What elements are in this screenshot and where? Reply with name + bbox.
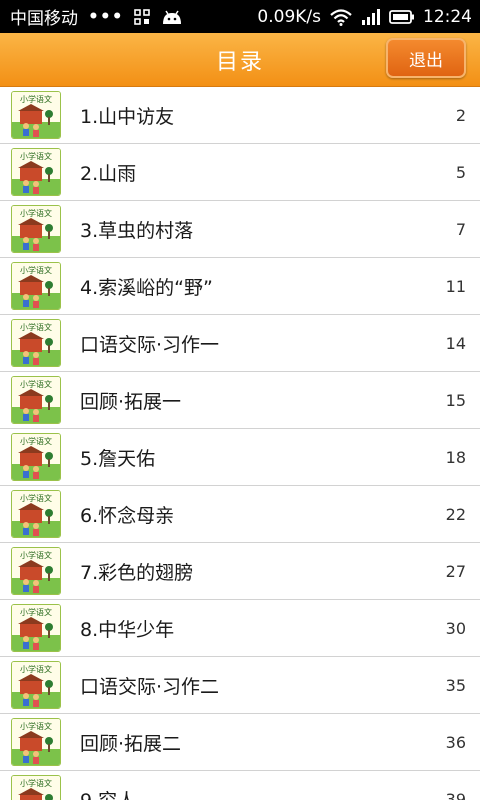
toc-item-page: 22 [445,504,466,524]
title-bar: 目录 退出 [0,33,480,87]
book-cover-thumbnail: 小学语文 [11,376,61,424]
toc-item[interactable]: 小学语文回顾·拓展一 15 [0,372,480,429]
book-cover-thumbnail: 小学语文 [11,262,61,310]
toc-item-page: 36 [445,732,466,752]
android-icon [160,8,184,26]
book-cover-thumbnail: 小学语文 [11,775,61,800]
toc-item-title: 3.草虫的村落 [80,219,194,242]
toc-item-title: 8.中华少年 [80,618,175,641]
book-cover-thumbnail: 小学语文 [11,205,61,253]
toc-item[interactable]: 小学语文 9.穷人39 [0,771,480,800]
toc-item-page: 30 [445,618,466,638]
toc-item[interactable]: 小学语文 7.彩色的翅膀 27 [0,543,480,600]
toc-item[interactable]: 小学语文 8.中华少年 30 [0,600,480,657]
toc-item-page: 2 [455,105,466,125]
cover-title: 小学语文 [20,94,52,104]
toc-item-page: 18 [445,447,466,467]
toc-item-title: 4.索溪峪的“野” [80,276,213,299]
toc-item-title: 6.怀念母亲 [80,504,175,527]
book-cover-thumbnail: 小学语文 [11,604,61,652]
toc-item[interactable]: 小学语文口语交际·习作二 35 [0,657,480,714]
toc-item-page: 35 [445,675,466,695]
cover-title: 小学语文 [20,322,52,332]
signal-icon [361,8,381,25]
cover-title: 小学语文 [20,778,52,788]
cover-title: 小学语文 [20,436,52,446]
toc-item-title: 5.詹天佑 [80,447,156,470]
toc-item-page: 15 [445,390,466,410]
toc-item-page: 14 [445,333,466,353]
toc-item-page: 27 [445,561,466,581]
page-title: 目录 [215,49,264,75]
cover-title: 小学语文 [20,208,52,218]
toc-item-page: 5 [455,162,466,182]
cover-title: 小学语文 [20,550,52,560]
carrier-label: 中国移动 [10,9,78,29]
toc-item-page: 11 [445,276,466,296]
cover-title: 小学语文 [20,607,52,617]
battery-icon [389,9,415,25]
toc-item-title: 2.山雨 [80,162,137,185]
book-cover-thumbnail: 小学语文 [11,433,61,481]
book-cover-thumbnail: 小学语文 [11,148,61,196]
toc-item-title: 回顾·拓展二 [80,732,182,755]
book-cover-thumbnail: 小学语文 [11,661,61,709]
toc-item[interactable]: 小学语文 3.草虫的村落 7 [0,201,480,258]
status-bar: 中国移动 ••• 0.09K/s 12:24 [0,0,480,33]
wifi-icon [329,8,353,26]
cover-title: 小学语文 [20,151,52,161]
book-cover-thumbnail: 小学语文 [11,91,61,139]
exit-button[interactable]: 退出 [386,38,466,78]
book-cover-thumbnail: 小学语文 [11,490,61,538]
toc-item-title: 口语交际·习作一 [80,333,220,356]
book-cover-thumbnail: 小学语文 [11,547,61,595]
toc-item-title: 口语交际·习作二 [80,675,220,698]
toc-item-page: 7 [455,219,466,239]
cover-title: 小学语文 [20,493,52,503]
toc-item[interactable]: 小学语文 1.山中访友 2 [0,87,480,144]
toc-item-title: 9.穷人 [80,786,446,800]
toc-item-page: 39 [445,789,466,800]
toc-item-title: 7.彩色的翅膀 [80,561,194,584]
toc-item[interactable]: 小学语文口语交际·习作一 14 [0,315,480,372]
cover-title: 小学语文 [20,664,52,674]
clock: 12:24 [423,6,472,27]
cover-title: 小学语文 [20,265,52,275]
book-cover-thumbnail: 小学语文 [11,319,61,367]
toc-item[interactable]: 小学语文 6.怀念母亲 22 [0,486,480,543]
toc-item[interactable]: 小学语文 4.索溪峪的“野” 11 [0,258,480,315]
toc-list[interactable]: 小学语文 1.山中访友 2 小学语文 2.山雨 5 小学语文 3.草虫的村落 7 小学语文 4.索溪… [0,87,480,800]
cover-title: 小学语文 [20,721,52,731]
toc-item[interactable]: 小学语文 5.詹天佑 18 [0,429,480,486]
more-dots-icon: ••• [88,6,124,27]
cover-title: 小学语文 [20,379,52,389]
toc-item-title: 1.山中访友 [80,105,175,128]
grid-icon [133,8,150,25]
network-speed: 0.09K/s [257,6,321,27]
book-cover-thumbnail: 小学语文 [11,718,61,766]
toc-item-title: 回顾·拓展一 [80,390,182,413]
toc-item[interactable]: 小学语文 2.山雨 5 [0,144,480,201]
toc-item[interactable]: 小学语文回顾·拓展二 36 [0,714,480,771]
